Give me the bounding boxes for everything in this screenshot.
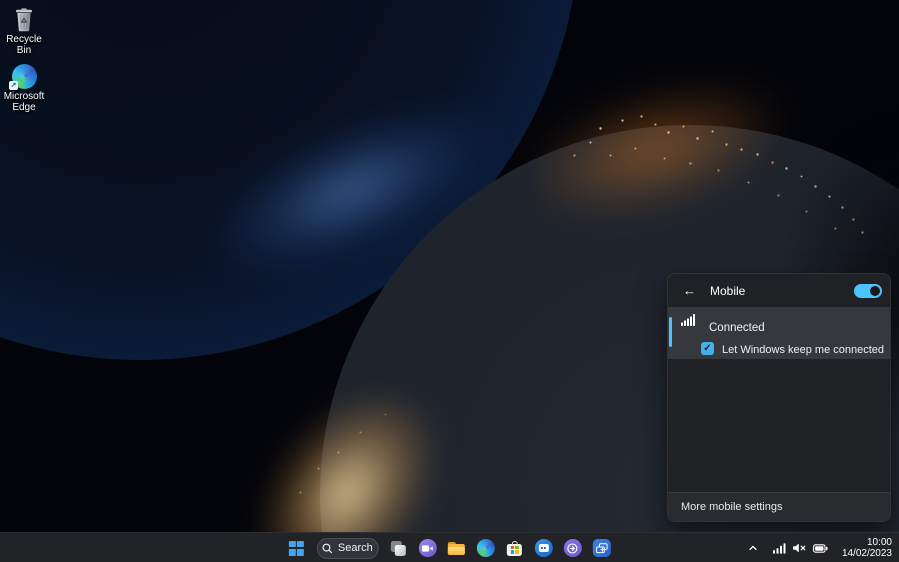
back-button[interactable]: ← [683, 283, 701, 298]
microsoft-store-button[interactable] [501, 535, 527, 561]
start-button[interactable] [283, 535, 309, 561]
taskbar: Search 10:00 14/02/2023 [0, 532, 899, 562]
clock[interactable]: 10:00 14/02/2023 [837, 537, 899, 559]
mobile-toggle[interactable] [854, 283, 882, 298]
get-started-arrow-icon [563, 539, 582, 557]
flyout-body [668, 359, 890, 492]
shortcut-arrow-icon: ↗ [9, 81, 18, 90]
connection-status: Connected [709, 322, 765, 334]
get-started-button[interactable] [559, 535, 585, 561]
volume-muted-icon [792, 543, 806, 553]
chat-button[interactable] [414, 535, 440, 561]
keep-connected-checkbox[interactable]: ✓ [701, 342, 714, 355]
wallpaper-sparkles [0, 0, 1, 1]
keep-connected-label: Let Windows keep me connected [722, 344, 885, 356]
cellular-signal-icon [772, 542, 786, 554]
connect-screens-icon [592, 539, 611, 557]
flyout-footer: More mobile settings [668, 492, 890, 521]
edge-browser-button[interactable] [472, 535, 498, 561]
selected-accent-bar [669, 317, 672, 347]
hidden-icons-button[interactable] [742, 536, 764, 560]
store-bag-icon [506, 540, 522, 556]
windows-logo-icon [288, 540, 304, 556]
desktop-icon-label: Recycle Bin [6, 34, 42, 56]
mobile-flyout-panel: ← Mobile Connected ✓ Let Windows keep me [667, 273, 891, 522]
edge-icon [476, 539, 495, 557]
folder-icon [447, 541, 465, 555]
desktop-icon-recycle-bin[interactable]: Recycle Bin [0, 4, 48, 56]
search-icon [322, 543, 333, 553]
system-tray-indicators[interactable] [766, 538, 835, 559]
cellular-connection-row[interactable]: Connected ✓ Let Windows keep me connecte… [668, 307, 890, 359]
date: 14/02/2023 [841, 548, 892, 559]
app-panel-icon [534, 539, 553, 557]
chat-video-icon [418, 539, 437, 557]
desktop[interactable]: Recycle Bin ↗ Microsoft Edge ← Mobile Co… [0, 0, 899, 562]
recycle-bin-icon [0, 4, 48, 32]
search-box[interactable]: Search [316, 537, 379, 559]
flyout-title: Mobile [710, 283, 746, 298]
task-view-icon [390, 540, 406, 556]
flyout-header: ← Mobile [668, 274, 890, 307]
desktop-icon-label: Microsoft Edge [3, 91, 45, 113]
time: 10:00 [866, 537, 892, 548]
pinned-app-button[interactable] [530, 535, 556, 561]
cellular-signal-icon [681, 313, 697, 331]
task-view-button[interactable] [385, 535, 411, 561]
battery-icon [812, 543, 828, 553]
toggle-knob [870, 285, 880, 296]
chevron-up-icon [749, 545, 757, 551]
connect-app-button[interactable] [588, 535, 614, 561]
more-mobile-settings-link[interactable]: More mobile settings [681, 501, 783, 513]
search-label: Search [337, 542, 373, 554]
taskbar-center-group: Search [283, 535, 614, 561]
desktop-icon-microsoft-edge[interactable]: ↗ Microsoft Edge [0, 62, 48, 113]
edge-logo-icon: ↗ [0, 62, 48, 90]
file-explorer-button[interactable] [443, 535, 469, 561]
taskbar-tray-area: 10:00 14/02/2023 [742, 533, 899, 562]
